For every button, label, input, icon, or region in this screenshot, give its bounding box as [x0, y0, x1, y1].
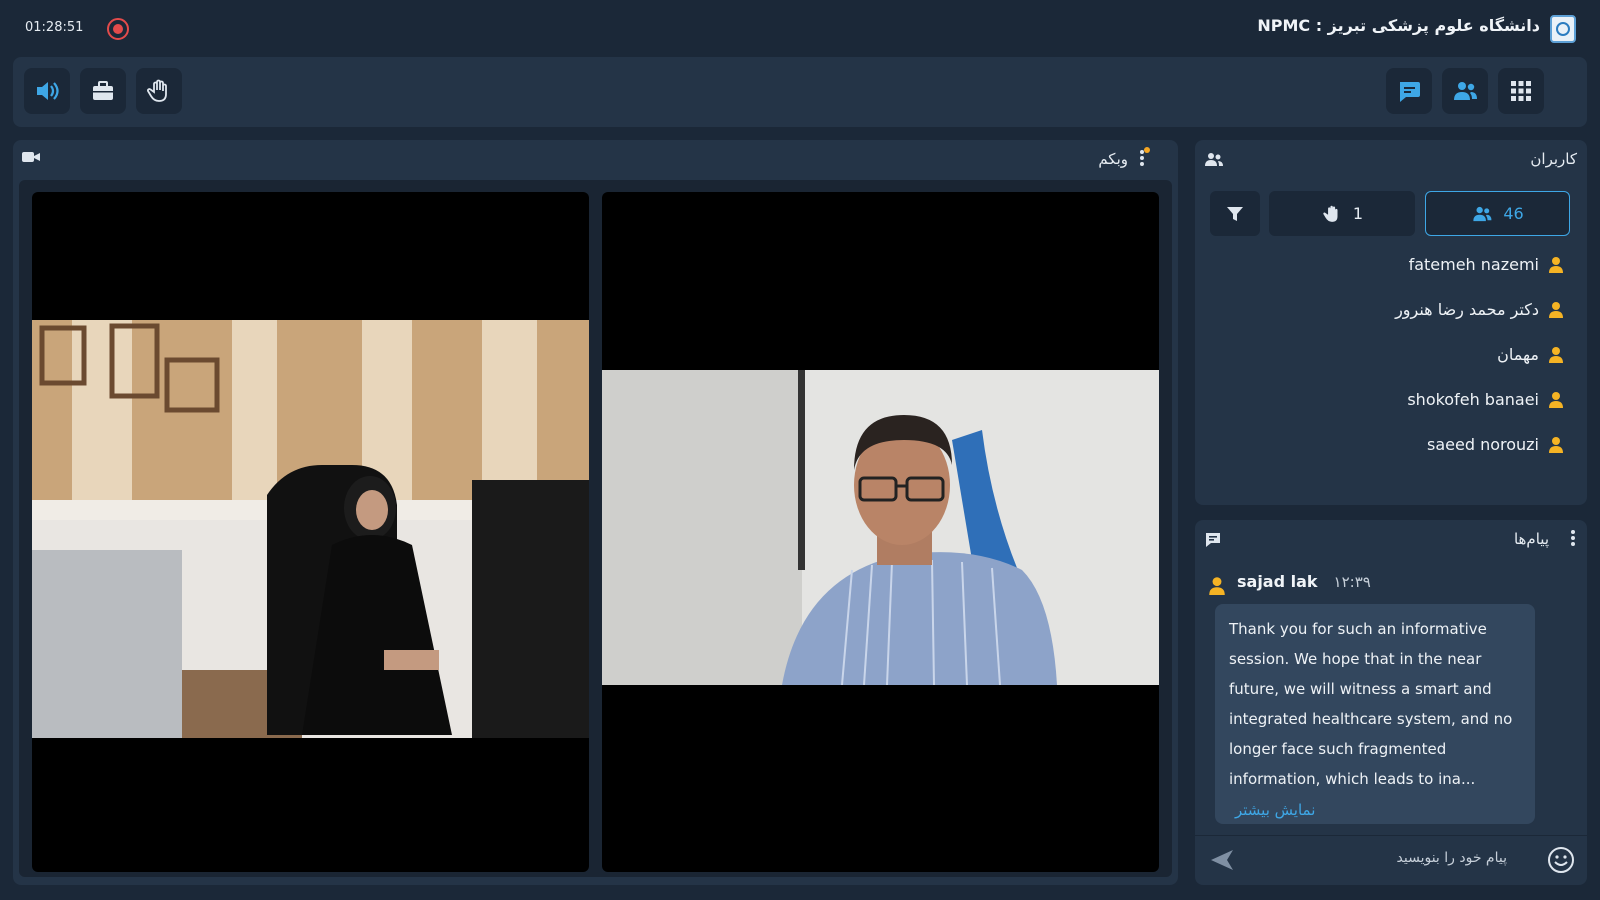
send-icon[interactable]: [1209, 848, 1235, 872]
user-icon: [1549, 347, 1563, 363]
messages-panel: پیام‌ها sajad lak ۱۲:۳۹ Thank you for su…: [1195, 520, 1587, 885]
user-icon: [1549, 257, 1563, 273]
show-more-link[interactable]: نمایش بیشتر: [1229, 794, 1521, 826]
emoji-icon[interactable]: [1547, 846, 1575, 874]
users-toggle-button[interactable]: [1442, 68, 1488, 114]
grid-icon: [1511, 81, 1531, 101]
webcam-panel-header: وبکم: [13, 140, 1178, 178]
video-tile[interactable]: [32, 192, 589, 872]
video-camera-icon: [22, 152, 40, 162]
user-name: دکتر محمد رضا هنرور: [1395, 300, 1539, 319]
user-list-item[interactable]: fatemeh nazemi: [1203, 242, 1579, 287]
user-icon: [1549, 302, 1563, 318]
raised-hands-count: 1: [1352, 204, 1364, 223]
message-input-row: پیام خود را بنویسید: [1195, 835, 1587, 883]
user-list-item[interactable]: دکتر محمد رضا هنرور: [1203, 287, 1579, 332]
users-panel: کاربران 1 46 fatemeh nazemi دکتر محمد رض…: [1195, 140, 1587, 505]
all-users-tab[interactable]: 46: [1425, 191, 1570, 236]
user-name: مهمان: [1497, 345, 1539, 364]
webcam-title: وبکم: [1098, 150, 1128, 168]
record-indicator-icon[interactable]: [107, 18, 129, 40]
filter-button[interactable]: [1210, 191, 1260, 236]
apps-grid-button[interactable]: [1498, 68, 1544, 114]
video-grid: [19, 180, 1172, 877]
message-input[interactable]: پیام خود را بنویسید: [1397, 850, 1508, 866]
users-list: fatemeh nazemi دکتر محمد رضا هنرور مهمان…: [1203, 242, 1579, 492]
message-time: ۱۲:۳۹: [1333, 572, 1371, 591]
user-icon: [1209, 577, 1225, 595]
user-icon: [1549, 392, 1563, 408]
app-title: دانشگاه علوم پزشکی تبریز : NPMC: [1257, 16, 1540, 35]
files-button[interactable]: [80, 68, 126, 114]
webcam-panel: وبکم: [13, 140, 1178, 885]
more-vertical-icon: [1140, 147, 1150, 166]
message-author: sajad lak: [1237, 572, 1318, 591]
webcam-menu-button[interactable]: [1138, 147, 1150, 169]
university-logo: [1550, 15, 1576, 43]
raised-hands-tab[interactable]: 1: [1269, 191, 1415, 236]
messages-title: پیام‌ها: [1513, 530, 1549, 548]
user-icon: [1549, 437, 1563, 453]
participant-video-feed: [602, 370, 1159, 685]
users-icon: [1473, 206, 1492, 221]
speaker-icon: [37, 82, 59, 100]
user-name: shokofeh banaei: [1407, 390, 1539, 409]
user-list-item[interactable]: saeed norouzi: [1203, 422, 1579, 467]
top-bar: 01:28:51 دانشگاه علوم پزشکی تبریز : NPMC: [0, 0, 1600, 56]
user-name: saeed norouzi: [1427, 435, 1539, 454]
hand-raise-icon: [1323, 205, 1338, 222]
video-tile[interactable]: [602, 192, 1159, 872]
chat-icon: [1400, 82, 1420, 102]
raise-hand-button[interactable]: [136, 68, 182, 114]
message-bubble: Thank you for such an informative sessio…: [1215, 604, 1535, 824]
briefcase-icon: [93, 81, 113, 100]
chat-icon: [1206, 533, 1220, 547]
speaker-button[interactable]: [24, 68, 70, 114]
users-title: کاربران: [1530, 150, 1577, 168]
users-icon: [1205, 153, 1223, 166]
session-timer: 01:28:51: [25, 20, 84, 35]
filter-icon: [1227, 206, 1243, 221]
users-icon: [1454, 82, 1477, 100]
chat-toggle-button[interactable]: [1386, 68, 1432, 114]
more-vertical-icon[interactable]: [1569, 528, 1577, 548]
message-text: Thank you for such an informative sessio…: [1229, 620, 1513, 788]
message-header: sajad lak ۱۲:۳۹: [1237, 572, 1371, 591]
hand-raise-icon: [147, 79, 167, 102]
participant-video-feed: [32, 320, 589, 738]
toolbar: [13, 57, 1587, 127]
user-name: fatemeh nazemi: [1408, 255, 1539, 274]
user-list-item[interactable]: مهمان: [1203, 332, 1579, 377]
user-list-item[interactable]: shokofeh banaei: [1203, 377, 1579, 422]
users-count: 46: [1503, 204, 1524, 223]
